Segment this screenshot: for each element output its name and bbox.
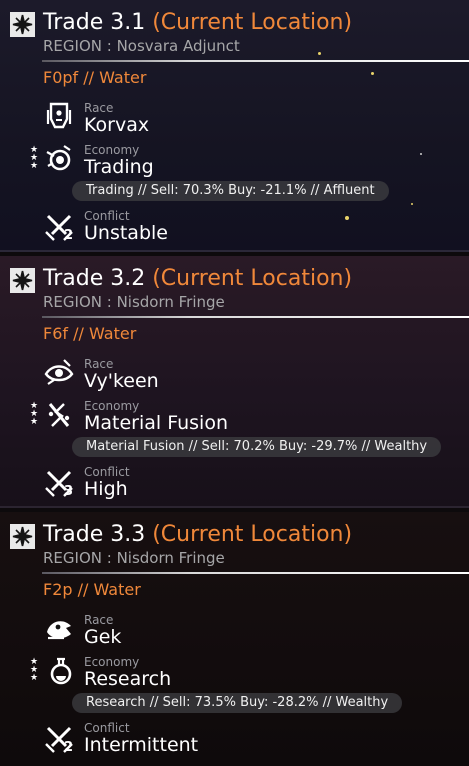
system-card[interactable]: Trade 3.3 (Current Location) REGION : Ni… [0, 512, 469, 766]
economy-value: Material Fusion [84, 412, 229, 434]
planet-class: F2p // Water [43, 580, 141, 599]
conflict-level: 2 [64, 228, 74, 243]
conflict-value: Unstable [84, 222, 168, 244]
system-logo-icon [10, 12, 35, 37]
conflict-label: Conflict [84, 465, 130, 479]
current-location-tag: (Current Location) [152, 10, 353, 35]
race-label: Race [84, 101, 114, 115]
race-label: Race [84, 357, 114, 371]
vykeen-race-icon [42, 356, 76, 390]
economy-detail: Research // Sell: 73.5% Buy: -28.2% // W… [72, 693, 403, 713]
divider [42, 572, 469, 574]
economy-detail: Trading // Sell: 70.3% Buy: -21.1% // Af… [72, 181, 389, 201]
race-value: Vy'keen [84, 370, 159, 392]
divider [42, 60, 469, 62]
conflict-level: 2 [64, 740, 74, 755]
race-value: Gek [84, 626, 122, 648]
economy-detail: Material Fusion // Sell: 70.2% Buy: -29.… [72, 437, 442, 457]
system-card[interactable]: Trade 3.1 (Current Location) REGION : No… [0, 0, 469, 252]
race-label: Race [84, 613, 114, 627]
current-location-tag: (Current Location) [152, 266, 353, 291]
conflict-label: Conflict [84, 209, 130, 223]
economy-value: Research [84, 668, 172, 690]
gek-race-icon [42, 612, 76, 646]
divider [42, 316, 469, 318]
current-location-tag: (Current Location) [152, 522, 353, 547]
wealth-stars-icon: ★ ★ ★ [30, 401, 39, 427]
conflict-level: 3 [64, 484, 74, 499]
system-title: Trade 3.2 (Current Location) [43, 266, 353, 291]
system-logo-icon [10, 524, 35, 549]
korvax-race-icon [42, 100, 76, 134]
race-value: Korvax [84, 114, 150, 136]
region-label: REGION : Nisdorn Fringe [43, 293, 225, 311]
conflict-value: High [84, 478, 128, 500]
conflict-label: Conflict [84, 721, 130, 735]
conflict-value: Intermittent [84, 734, 199, 756]
wealth-stars-icon: ★ ★ ★ [30, 657, 39, 683]
planet-class: F6f // Water [43, 324, 137, 343]
region-label: REGION : Nisdorn Fringe [43, 549, 225, 567]
material-fusion-economy-icon [42, 398, 76, 432]
system-logo-icon [10, 268, 35, 293]
planet-class: F0pf // Water [43, 68, 147, 87]
economy-value: Trading [84, 156, 154, 178]
region-label: REGION : Nosvara Adjunct [43, 37, 240, 55]
economy-label: Economy [84, 143, 140, 157]
system-title: Trade 3.1 (Current Location) [43, 10, 353, 35]
economy-label: Economy [84, 399, 140, 413]
wealth-stars-icon: ★ ★ ★ [30, 145, 39, 171]
research-economy-icon [42, 654, 76, 688]
system-title: Trade 3.3 (Current Location) [43, 522, 353, 547]
economy-label: Economy [84, 655, 140, 669]
trading-economy-icon [42, 142, 76, 176]
system-card[interactable]: Trade 3.2 (Current Location) REGION : Ni… [0, 256, 469, 508]
